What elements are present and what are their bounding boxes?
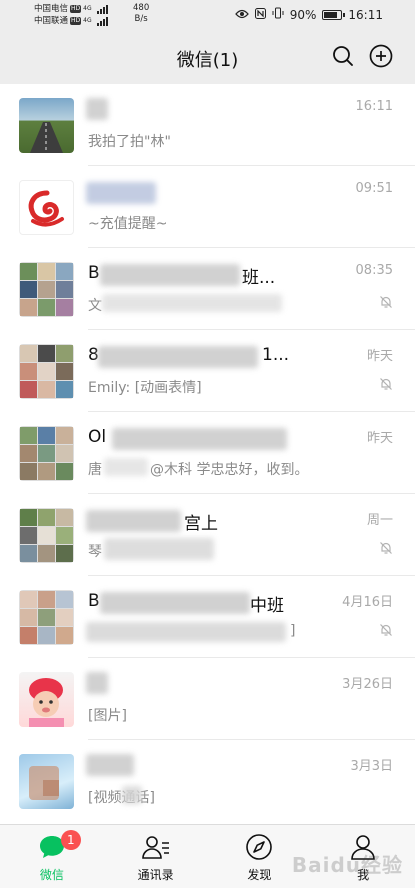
chat-item[interactable]: 我拍了拍"林" 16:11 [0,84,415,166]
chat-preview: 文 [88,298,102,314]
chat-preview: 唐 [88,462,102,478]
chat-item[interactable]: [视频通话] 3月3日 [0,740,415,822]
blurred-name [86,182,156,204]
signal-icon [96,4,108,14]
chat-item[interactable]: Ol 唐 @木科 学忠忠好，收到。 昨天 [0,412,415,494]
vibrate-icon [272,7,284,22]
blurred-name [86,672,108,694]
title-bar: 微信(1) [0,32,415,84]
blurred-name [100,264,240,286]
group-avatar [19,262,74,317]
tab-label: 发现 [247,868,272,882]
chat-preview: [图片] [88,708,127,724]
chat-preview-suffix: @木科 学忠忠好，收到。 [150,462,309,478]
add-button[interactable] [367,44,395,72]
carrier-info: 中国电信 HD 4G 中国联通 HD 4G [34,3,108,27]
tab-chats[interactable]: 1 微信 [0,825,104,888]
chat-preview: ~充值提醒~ [88,216,168,232]
chat-name-suffix: 宫上 [184,514,218,534]
chat-time: 昨天 [366,431,393,446]
blurred-name [112,428,287,450]
nfc-icon [254,7,266,22]
chat-list[interactable]: 我拍了拍"林" 16:11 ~充值提醒~ 09:51 B 班... 文 08:3… [0,84,415,824]
compass-icon [245,833,273,865]
blurred-preview [104,458,148,476]
chat-time: 昨天 [366,349,393,364]
contacts-icon [141,834,171,864]
plus-circle-icon [369,44,393,72]
unread-badge: 1 [60,830,81,850]
chat-time: 3月26日 [342,677,393,692]
chat-time: 周一 [366,513,393,528]
chat-preview: Emily: [动画表情] [88,380,202,396]
avatar [19,754,74,809]
bell-off-icon [379,376,393,390]
blurred-name [100,592,250,614]
status-right: 90% 16:11 [234,7,383,22]
carrier-1-label: 中国电信 [34,4,69,14]
tab-bar: 1 微信 通讯录 发现 我 Baidu经验 [0,824,415,888]
blurred-preview [102,294,282,312]
bell-off-icon [379,622,393,636]
chat-name-suffix: 1... [262,345,290,365]
hd-badge: HD [70,5,82,13]
group-avatar [19,590,74,645]
blurred-preview [122,786,142,804]
chat-name: B [88,263,100,283]
clock: 16:11 [348,7,383,22]
network-speed: 480 B/s [133,3,149,25]
avatar [19,98,74,153]
hd-badge: HD [70,17,82,25]
network-type-2: 4G [83,17,92,24]
group-avatar [19,426,74,481]
chat-time: 3月3日 [350,759,393,774]
chat-name-suffix: 中班 [250,596,284,616]
chat-item[interactable]: [图片] 3月26日 [0,658,415,740]
blurred-name [86,510,181,532]
blurred-name [86,98,108,120]
network-type-1: 4G [83,5,92,12]
chat-item[interactable]: B 班... 文 08:35 [0,248,415,330]
blurred-preview [104,538,214,560]
chat-preview-suffix: ] [290,623,296,639]
watermark: Baidu经验 [291,853,403,877]
avatar [19,180,74,235]
chat-time: 09:51 [355,181,393,196]
eye-icon [234,8,249,22]
tab-contacts[interactable]: 通讯录 [104,825,208,888]
chat-preview: 琴 [88,544,102,560]
status-bar: 中国电信 HD 4G 中国联通 HD 4G 480 B/s 90% 16:11 [0,0,415,32]
chat-time: 4月16日 [342,595,393,610]
blurred-preview [86,622,286,642]
bell-off-icon [379,540,393,554]
blurred-name [86,754,134,776]
chat-name: B [88,591,100,611]
chat-item[interactable]: 8 1... Emily: [动画表情] 昨天 [0,330,415,412]
chat-item[interactable]: B 中班 ] 4月16日 [0,576,415,658]
chat-item[interactable]: 宫上 琴 周一 [0,494,415,576]
tab-label: 通讯录 [137,868,174,882]
battery-percent: 90% [289,7,317,22]
chat-time: 16:11 [355,99,393,114]
chat-time: 08:35 [355,263,393,278]
bell-off-icon [379,294,393,308]
search-icon [332,45,354,71]
blurred-name [98,346,258,368]
signal-icon [96,16,108,26]
carrier-2-label: 中国联通 [34,16,69,26]
avatar [19,672,74,727]
network-speed-value: 480 [133,3,150,13]
search-button[interactable] [329,44,357,72]
network-speed-unit: B/s [134,14,148,24]
chat-preview: 我拍了拍"林" [88,134,171,150]
chat-item[interactable]: ~充值提醒~ 09:51 [0,166,415,248]
battery-icon [322,9,346,20]
chat-name-suffix: 班... [242,268,276,288]
tab-label: 微信 [39,868,64,882]
chat-name: Ol [88,427,107,447]
group-avatar [19,508,74,563]
group-avatar [19,344,74,399]
